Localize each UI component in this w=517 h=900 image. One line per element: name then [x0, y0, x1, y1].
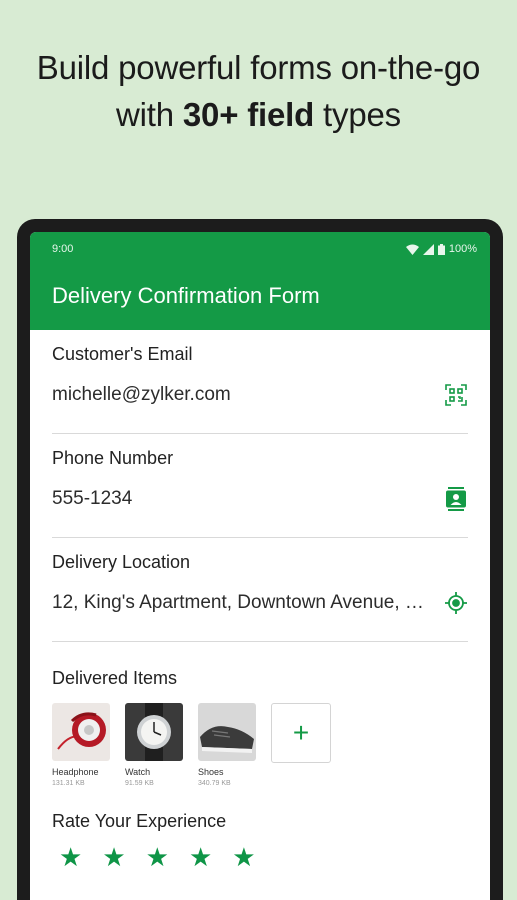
watch-thumbnail	[125, 703, 183, 761]
item-name: Watch	[125, 767, 151, 777]
headline-line-2: with 30+ field types	[0, 91, 517, 138]
email-label: Customer's Email	[52, 344, 193, 364]
item-size: 131.31 KB	[52, 780, 85, 787]
app-screen: 9:00 100% Delivery Confirmation Form Cus…	[30, 232, 490, 900]
star-rating[interactable]: ★ ★ ★ ★ ★	[52, 844, 468, 870]
status-icons: 100%	[405, 243, 477, 255]
tablet-frame: 9:00 100% Delivery Confirmation Form Cus…	[17, 219, 503, 900]
item-name: Shoes	[198, 767, 224, 777]
contact-card-icon[interactable]	[444, 487, 468, 511]
star-icon[interactable]: ★	[102, 844, 125, 870]
item-shoes[interactable]: Shoes 340.79 KB	[198, 703, 256, 787]
star-icon[interactable]: ★	[189, 844, 212, 870]
location-label: Delivery Location	[52, 552, 191, 572]
item-size: 91.59 KB	[125, 780, 154, 787]
status-bar: 9:00 100%	[30, 232, 490, 266]
app-bar: Delivery Confirmation Form	[30, 266, 490, 330]
promo-headline: Build powerful forms on-the-go with 30+ …	[0, 44, 517, 138]
location-field[interactable]: Delivery Location 12, King's Apartment, …	[52, 538, 468, 642]
plus-icon: +	[292, 717, 310, 748]
star-icon[interactable]: ★	[232, 844, 255, 870]
delivered-items-section: Delivered Items Headphone 131.31 KB Watc…	[52, 668, 468, 870]
phone-value[interactable]: 555-1234	[52, 488, 436, 510]
battery-icon	[437, 243, 445, 255]
headphone-thumbnail	[52, 703, 110, 761]
item-watch[interactable]: Watch 91.59 KB	[125, 703, 183, 787]
star-icon[interactable]: ★	[59, 844, 82, 870]
item-size: 340.79 KB	[198, 780, 231, 787]
headline-line-1: Build powerful forms on-the-go	[36, 49, 481, 86]
delivered-items-label: Delivered Items	[52, 668, 178, 688]
email-field[interactable]: Customer's Email michelle@zylker.com	[52, 330, 468, 434]
form-title: Delivery Confirmation Form	[52, 283, 320, 308]
item-headphone[interactable]: Headphone 131.31 KB	[52, 703, 110, 787]
headline-suffix: types	[314, 96, 401, 133]
shoes-thumbnail	[198, 703, 256, 761]
headline-prefix: with	[116, 96, 183, 133]
email-value[interactable]: michelle@zylker.com	[52, 384, 436, 406]
wifi-icon	[405, 244, 419, 255]
location-target-icon[interactable]	[444, 591, 468, 615]
delivered-items-list: Headphone 131.31 KB Watch 91.59 KB Shoes…	[52, 703, 468, 787]
qr-scan-icon[interactable]	[444, 383, 468, 407]
star-icon[interactable]: ★	[146, 844, 169, 870]
add-item-button[interactable]: +	[271, 703, 331, 763]
cell-signal-icon	[422, 243, 434, 255]
headline-bold: 30+ field	[182, 96, 315, 133]
status-time: 9:00	[52, 243, 74, 255]
phone-label: Phone Number	[52, 448, 174, 468]
rating-label: Rate Your Experience	[52, 811, 227, 831]
item-name: Headphone	[52, 767, 99, 777]
phone-field[interactable]: Phone Number 555-1234	[52, 434, 468, 538]
location-value[interactable]: 12, King's Apartment, Downtown Avenue, N…	[52, 592, 436, 614]
battery-percent: 100%	[448, 243, 477, 255]
